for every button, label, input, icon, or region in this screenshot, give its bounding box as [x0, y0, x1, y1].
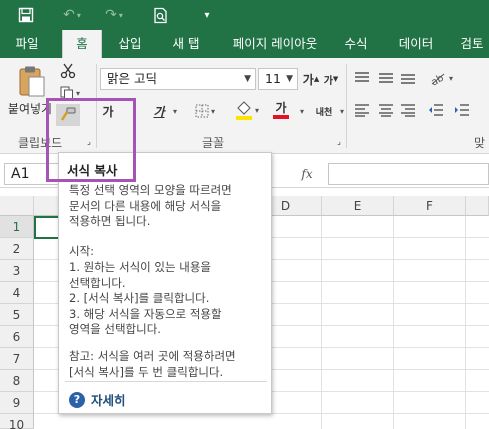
help-icon: ? [69, 391, 85, 408]
quick-access-toolbar: ↶ ▾ ↷ ▾ ▾ [0, 0, 489, 30]
tab-data[interactable]: 데이터 [390, 30, 442, 58]
format-painter-tooltip: 서식 복사 특정 선택 영역의 모양을 따르려면 문서의 다른 내용에 해당 서… [58, 152, 272, 414]
tab-insert[interactable]: 삽입 [108, 30, 152, 58]
gridline [393, 216, 394, 429]
font-color-icon[interactable]: 가 [266, 98, 296, 122]
tooltip-description: 특정 선택 영역의 모양을 따르려면 문서의 다른 내용에 해당 서식을 적용하… [69, 183, 232, 228]
align-top-icon[interactable] [352, 68, 372, 88]
group-separator [346, 64, 347, 148]
phonetic-button[interactable]: 내천 [312, 100, 336, 122]
tooltip-steps: 1. 원하는 서식이 있는 내용을 선택합니다. 2. [서식 복사]를 클릭합… [69, 260, 222, 336]
format-painter-highlight [46, 98, 136, 182]
decrease-indent-icon[interactable] [426, 100, 446, 120]
borders-icon[interactable]: ▾ [190, 100, 220, 122]
grow-font-label: 가 [302, 72, 314, 87]
print-preview-icon[interactable] [150, 5, 172, 25]
tooltip-divider [65, 381, 267, 382]
increase-indent-icon[interactable] [452, 100, 472, 120]
align-left-icon[interactable] [352, 100, 372, 120]
redo-icon[interactable]: ↷ ▾ [100, 5, 128, 25]
formula-input[interactable] [328, 163, 489, 185]
row-header-2[interactable]: 2 [0, 238, 34, 260]
tab-home[interactable]: 홈 [62, 30, 102, 58]
row-header-3[interactable]: 3 [0, 260, 34, 282]
row-header-6[interactable]: 6 [0, 326, 34, 348]
align-middle-icon[interactable] [376, 68, 396, 88]
font-size-select[interactable]: 11 ▼ [258, 68, 298, 90]
tab-formulas[interactable]: 수식 [334, 30, 378, 58]
font-group-label: 글꼴 [202, 136, 225, 150]
chevron-down-icon[interactable]: ▾ [168, 100, 180, 122]
insert-function-icon[interactable]: fx [296, 164, 318, 184]
gridline [465, 216, 466, 429]
align-bottom-icon[interactable] [398, 68, 418, 88]
shrink-font-button[interactable]: 가 ▼ [322, 68, 340, 90]
undo-icon[interactable]: ↶ ▾ [58, 5, 86, 25]
tab-review[interactable]: 검토 [452, 30, 489, 58]
cut-icon[interactable] [58, 62, 78, 80]
gridline [321, 216, 322, 429]
row-header-1[interactable]: 1 [0, 216, 34, 238]
help-label: 자세히 [91, 393, 126, 408]
chevron-down-icon: ▼ [244, 74, 251, 84]
fill-color-icon[interactable]: ▾ [232, 98, 262, 122]
customize-qat-icon[interactable]: ▾ [198, 5, 216, 25]
chevron-down-icon[interactable]: ▾ [296, 100, 306, 122]
row-header-7[interactable]: 7 [0, 348, 34, 370]
font-name-select[interactable]: 맑은 고딕 ▼ [100, 68, 256, 90]
row-header-4[interactable]: 4 [0, 282, 34, 304]
tooltip-start-heading: 시작: [69, 244, 95, 258]
select-all-corner[interactable] [0, 196, 34, 216]
chevron-down-icon[interactable]: ▾ [336, 100, 346, 122]
chevron-down-icon: ▼ [286, 74, 293, 84]
align-right-icon[interactable] [398, 100, 418, 120]
tooltip-help-link[interactable]: ? 자세히 [69, 390, 126, 409]
grow-font-button[interactable]: 가 ▲ [302, 68, 320, 90]
tooltip-note: 참고: 서식을 여러 곳에 적용하려면 [서식 복사]를 두 번 클릭합니다. [69, 349, 236, 379]
tab-page-layout[interactable]: 페이지 레이아웃 [220, 30, 330, 58]
orientation-icon[interactable]: ab▾ [426, 68, 456, 88]
align-center-icon[interactable] [376, 100, 396, 120]
column-header-f[interactable]: F [394, 196, 466, 216]
row-header-5[interactable]: 5 [0, 304, 34, 326]
paste-icon[interactable] [16, 64, 48, 100]
column-header-e[interactable]: E [322, 196, 394, 216]
font-size-value: 11 [265, 71, 281, 86]
column-header[interactable] [466, 196, 489, 216]
tab-file[interactable]: 파일 [6, 30, 48, 58]
save-icon[interactable] [14, 5, 38, 25]
underline-button[interactable]: 가 [150, 100, 168, 122]
ribbon-tabs: 파일 홈 삽입 새 탭 페이지 레이아웃 수식 데이터 검토 [0, 30, 489, 58]
row-header-10[interactable]: 10 [0, 414, 34, 429]
row-header-9[interactable]: 9 [0, 392, 34, 414]
alignment-group-label: 맞 [474, 136, 486, 150]
font-name-value: 맑은 고딕 [107, 71, 157, 86]
font-launcher-icon[interactable]: ⌟ [334, 136, 344, 146]
shrink-font-label: 가 [323, 75, 333, 87]
row-header-8[interactable]: 8 [0, 370, 34, 392]
tab-new[interactable]: 새 탭 [162, 30, 210, 58]
